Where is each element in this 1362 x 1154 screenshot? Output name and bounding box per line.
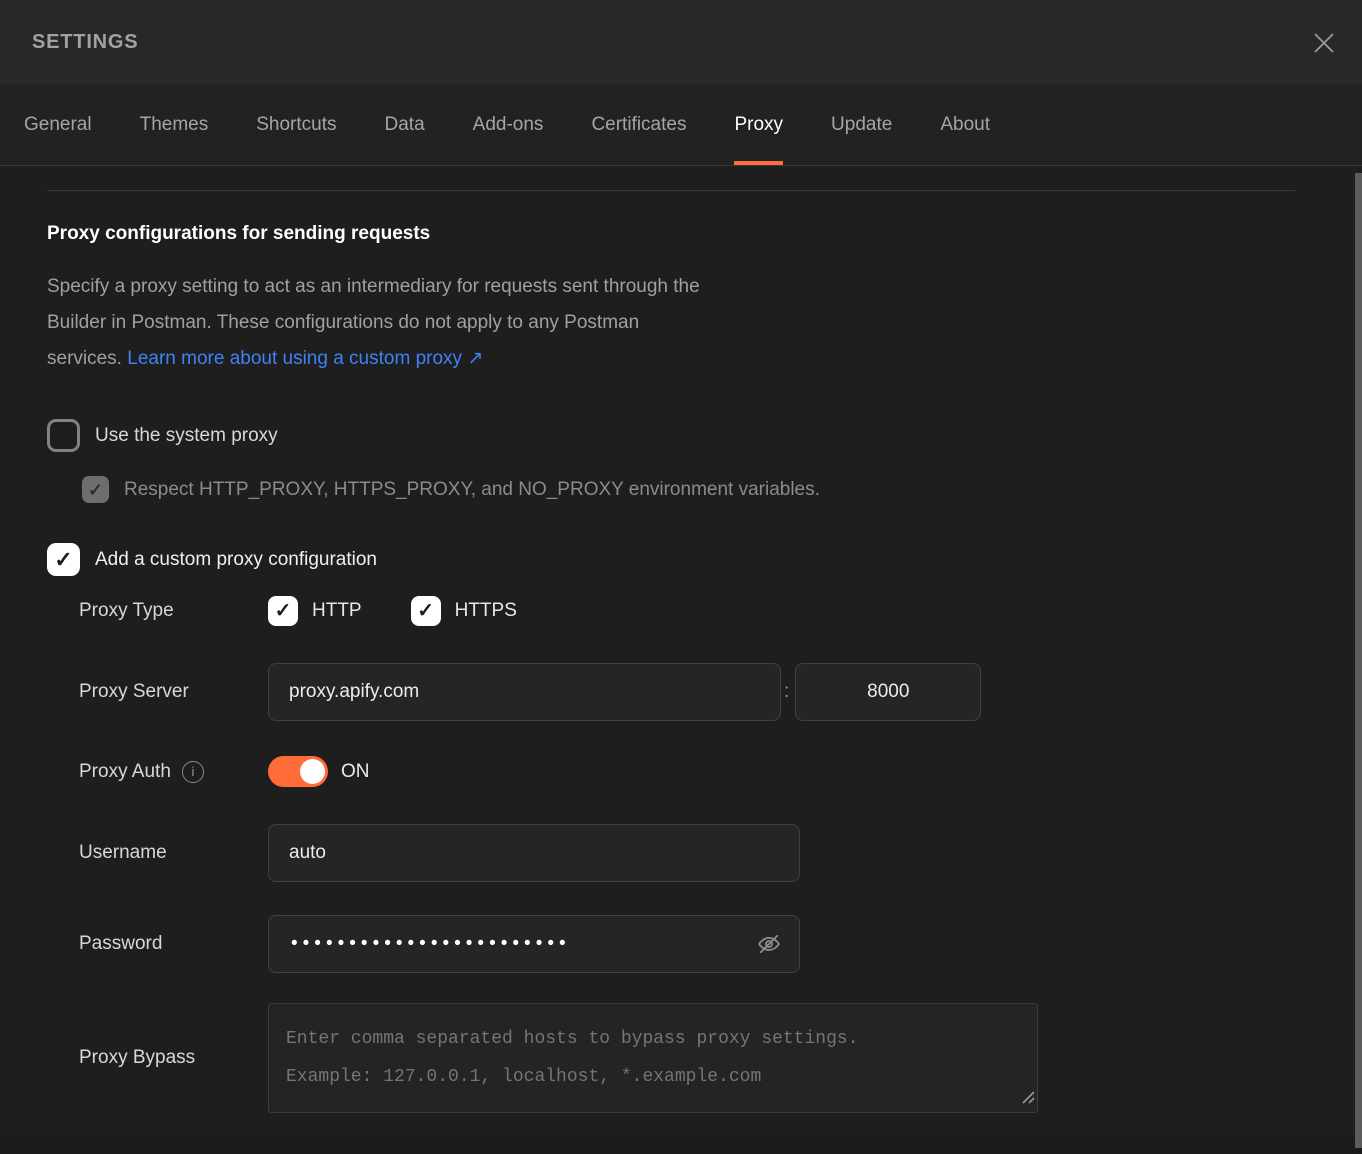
description-text: services. (47, 348, 122, 369)
password-label: Password (47, 933, 268, 955)
learn-more-link[interactable]: Learn more about using a custom proxy ↗ (127, 348, 483, 369)
password-row: Password •••••••••••••••••••••••• (47, 915, 1362, 973)
proxy-auth-label: Proxy Auth i (47, 761, 268, 783)
password-masked-value: •••••••••••••••••••••••• (291, 933, 571, 955)
password-input[interactable]: •••••••••••••••••••••••• (268, 915, 800, 973)
env-vars-label: Respect HTTP_PROXY, HTTPS_PROXY, and NO_… (124, 479, 820, 501)
proxy-port-input[interactable] (795, 663, 981, 721)
env-vars-row: ✓ Respect HTTP_PROXY, HTTPS_PROXY, and N… (82, 476, 1362, 503)
check-icon: ✓ (88, 481, 103, 499)
proxy-bypass-label: Proxy Bypass (47, 1047, 268, 1069)
https-checkbox[interactable]: ✓ (411, 596, 441, 626)
scrollbar-thumb[interactable] (1355, 173, 1362, 1148)
description-line: Specify a proxy setting to act as an int… (47, 269, 1362, 305)
proxy-type-row: Proxy Type ✓ HTTP ✓ HTTPS (47, 596, 1362, 626)
proxy-auth-row: Proxy Auth i ON (47, 756, 1362, 787)
modal-bottom-edge (0, 1136, 1362, 1154)
tab-certificates[interactable]: Certificates (591, 85, 686, 165)
proxy-server-row: Proxy Server : (47, 663, 1362, 721)
resize-handle-icon[interactable] (1021, 1090, 1035, 1109)
tab-themes[interactable]: Themes (140, 85, 209, 165)
https-label: HTTPS (455, 600, 517, 622)
proxy-host-input[interactable] (268, 663, 781, 721)
http-label: HTTP (312, 600, 362, 622)
system-proxy-checkbox[interactable] (47, 419, 80, 452)
tab-update[interactable]: Update (831, 85, 892, 165)
proxy-bypass-textarea[interactable] (268, 1003, 1038, 1113)
host-port-separator: : (784, 681, 789, 703)
section-heading: Proxy configurations for sending request… (47, 223, 1362, 245)
proxy-auth-toggle[interactable] (268, 756, 328, 787)
tab-proxy[interactable]: Proxy (734, 85, 783, 165)
env-vars-checkbox: ✓ (82, 476, 109, 503)
description-line: services. Learn more about using a custo… (47, 341, 1362, 377)
toggle-state-label: ON (341, 761, 370, 783)
tab-shortcuts[interactable]: Shortcuts (256, 85, 336, 165)
custom-proxy-label: Add a custom proxy configuration (95, 549, 377, 571)
tab-add-ons[interactable]: Add-ons (473, 85, 544, 165)
description-line: Builder in Postman. These configurations… (47, 305, 1362, 341)
proxy-server-label: Proxy Server (47, 681, 268, 703)
tab-general[interactable]: General (24, 85, 92, 165)
section-description: Specify a proxy setting to act as an int… (47, 269, 1362, 377)
modal-title: SETTINGS (32, 31, 138, 54)
proxy-type-label: Proxy Type (47, 600, 268, 622)
username-row: Username (47, 824, 1362, 882)
custom-proxy-row: ✓ Add a custom proxy configuration (47, 543, 1362, 576)
info-icon: i (182, 761, 204, 783)
tab-data[interactable]: Data (385, 85, 425, 165)
section-divider (47, 190, 1295, 191)
custom-proxy-checkbox[interactable]: ✓ (47, 543, 80, 576)
http-checkbox[interactable]: ✓ (268, 596, 298, 626)
close-icon[interactable] (1311, 30, 1337, 56)
check-icon: ✓ (417, 601, 434, 621)
toggle-knob (300, 759, 325, 784)
username-label: Username (47, 842, 268, 864)
proxy-bypass-row: Proxy Bypass (47, 1003, 1362, 1113)
proxy-auth-label-text: Proxy Auth (79, 761, 171, 783)
settings-tab-bar: General Themes Shortcuts Data Add-ons Ce… (0, 85, 1362, 166)
settings-modal-header: SETTINGS (0, 0, 1362, 85)
proxy-bypass-wrapper (268, 1003, 1038, 1113)
system-proxy-label: Use the system proxy (95, 425, 278, 447)
tab-about[interactable]: About (940, 85, 990, 165)
check-icon: ✓ (54, 549, 72, 571)
proxy-settings-panel: Proxy configurations for sending request… (0, 190, 1362, 1154)
system-proxy-row: Use the system proxy (47, 419, 1362, 452)
eye-off-icon[interactable] (755, 930, 783, 958)
check-icon: ✓ (275, 601, 292, 621)
username-input[interactable] (268, 824, 800, 882)
